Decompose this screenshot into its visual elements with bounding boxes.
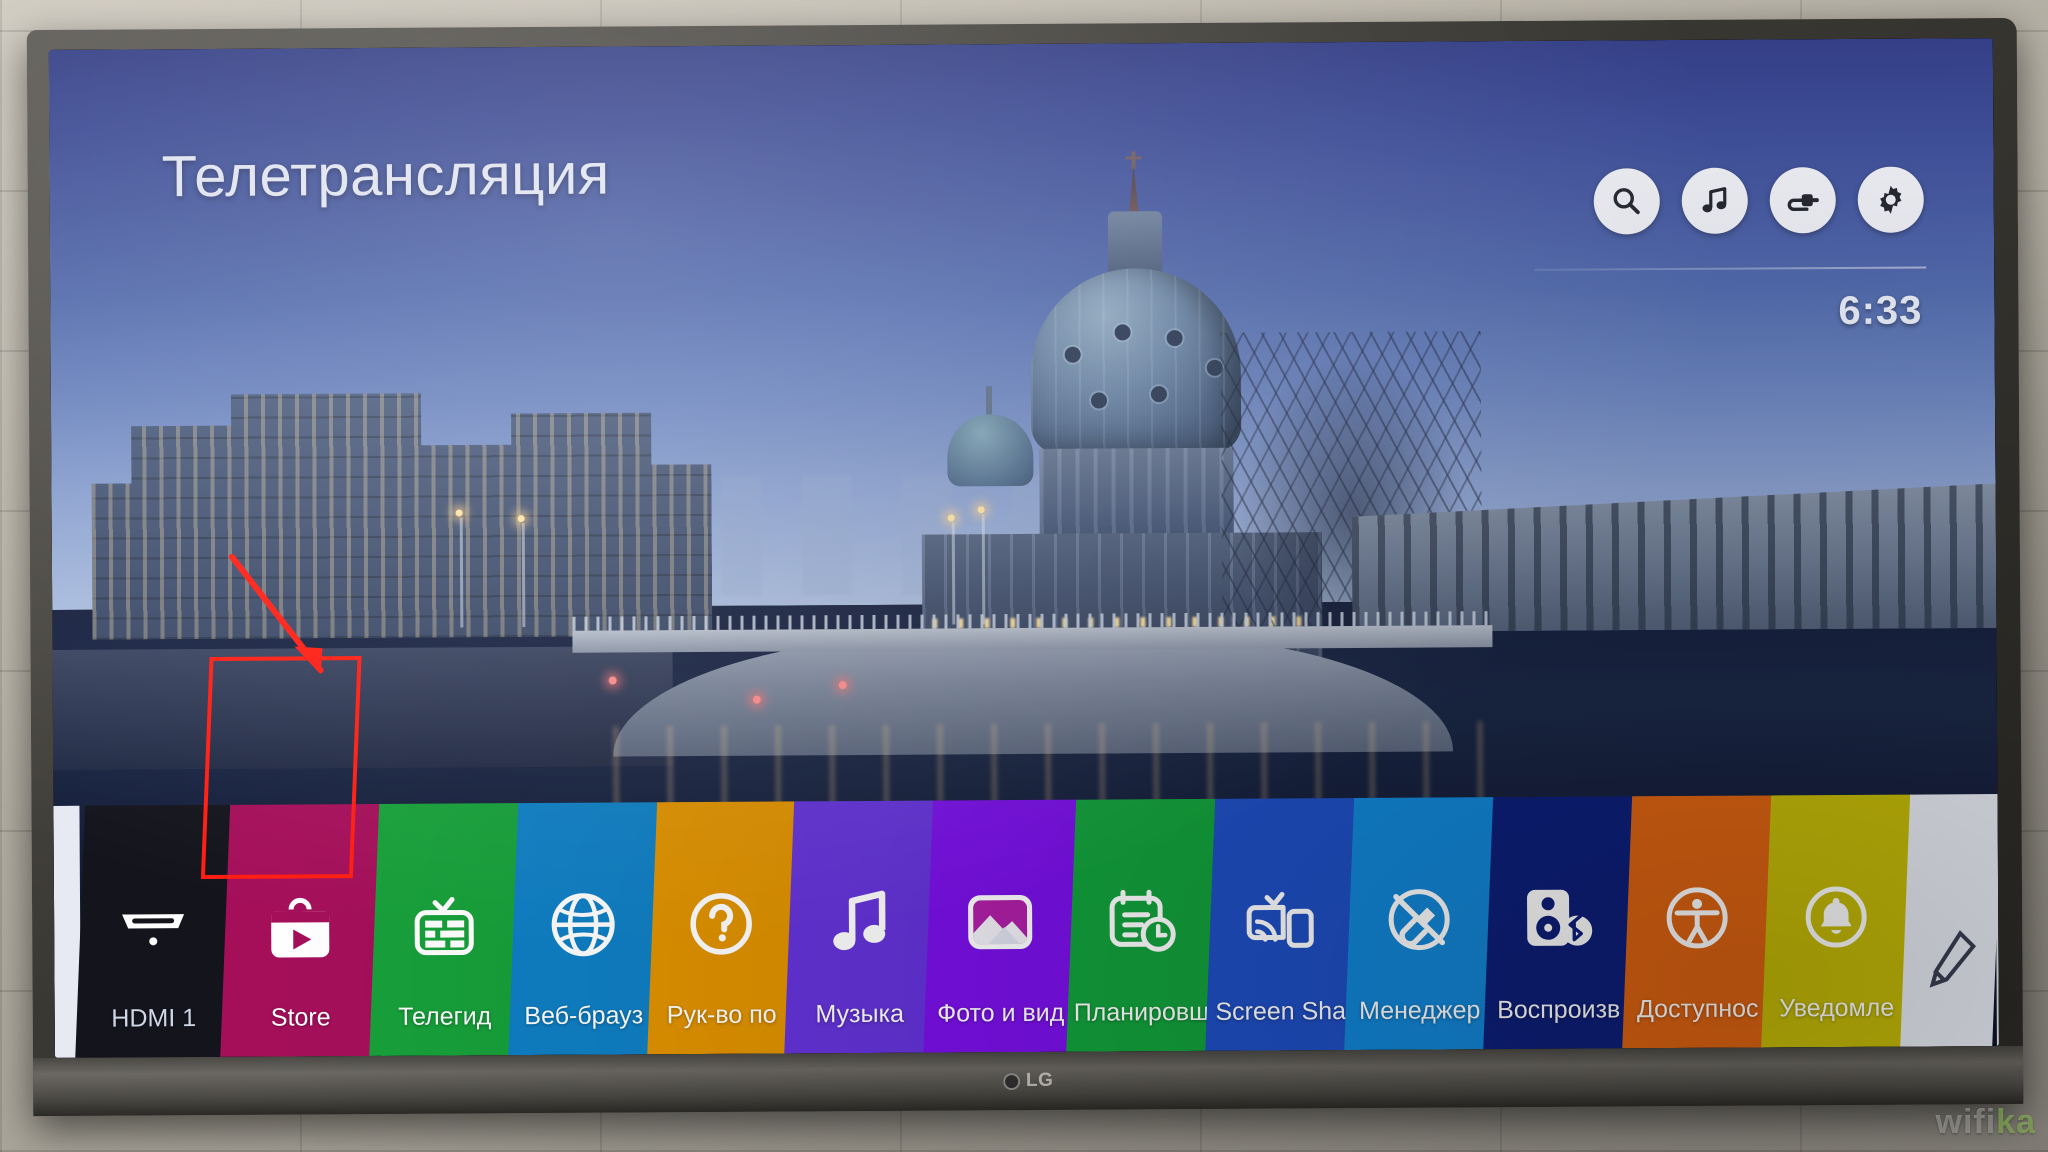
launcher-tile-label: Фото и вид: [937, 998, 1065, 1028]
river-quay: [52, 646, 674, 770]
lg-logo: LG: [1002, 1069, 1054, 1092]
launcher-tile-label: Доступнос: [1636, 994, 1759, 1024]
cathedral-lantern: [1107, 211, 1163, 274]
lg-logo-text: LG: [1025, 1069, 1054, 1092]
page-title: Телетрансляция: [161, 141, 610, 210]
launcher-tile-планировщ[interactable]: Планировщ: [1066, 798, 1217, 1052]
tv-bottom-bezel: LG: [32, 1045, 2024, 1117]
launcher-tile-label: Телегид: [398, 1002, 492, 1031]
tv-screen: Телетрансляция 6:33 HDMI 1 Store Телегид…: [48, 38, 1999, 1058]
music-note-icon[interactable]: [1681, 167, 1748, 234]
site-watermark: wifika: [1936, 1103, 2037, 1142]
question-circle-icon: [683, 886, 759, 962]
connection-manager-icon: [1381, 881, 1457, 957]
launcher-tile-screen-sha[interactable]: Screen Sha: [1205, 797, 1356, 1051]
launcher-tile-воспроизв[interactable]: Воспроизв: [1483, 796, 1634, 1050]
watermark-suffix: ka: [1996, 1103, 2036, 1141]
music-note-icon: [821, 885, 897, 961]
launcher-tile-label: HDMI 1: [111, 1004, 197, 1033]
lg-logo-mark: [1002, 1072, 1020, 1090]
launcher-tile-фото-и-вид[interactable]: Фото и вид: [923, 799, 1078, 1053]
globe-icon: [545, 886, 621, 962]
scheduler-clock-icon: [1103, 883, 1179, 959]
tv-chassis: Телетрансляция 6:33 HDMI 1 Store Телегид…: [26, 17, 2024, 1117]
launcher-tile-label: Screen Sha: [1215, 997, 1347, 1026]
launcher-tile-веб-брауз[interactable]: Веб-брауз: [508, 802, 659, 1056]
launcher-tile-уведомле[interactable]: Уведомле: [1761, 794, 1912, 1048]
launcher-tile-label: Уведомле: [1779, 993, 1895, 1023]
cathedral-dome: [1030, 267, 1242, 454]
watermark-prefix: wifi: [1935, 1103, 1997, 1141]
launcher-tile-edit[interactable]: [1900, 794, 1999, 1047]
edit-pencil-icon: [1913, 922, 1989, 998]
launcher-tile-доступнос[interactable]: Доступнос: [1622, 795, 1773, 1049]
launcher-tile-store[interactable]: Store: [220, 803, 381, 1057]
launcher-tile-label: Рук-во по: [666, 1000, 777, 1030]
launcher-tile-рук-во-по[interactable]: Рук-во по: [647, 801, 796, 1055]
tv-guide-icon: [406, 887, 482, 963]
bluetooth-speaker-icon: [1520, 881, 1596, 957]
screen-share-icon: [1242, 882, 1318, 958]
clock: 6:33: [1838, 288, 1923, 334]
photo-image-icon: [962, 884, 1038, 960]
launcher-tile-label: Веб-брауз: [524, 1001, 644, 1031]
launcher-tile-label: Музыка: [815, 999, 905, 1029]
launcher-tile-label: Планировщ: [1073, 997, 1210, 1027]
launcher-tile-телегид[interactable]: Телегид: [369, 803, 520, 1057]
bell-circle-icon: [1798, 879, 1874, 955]
hdmi-port-icon: [115, 889, 191, 965]
search-icon[interactable]: [1593, 168, 1660, 235]
top-icon-bar: [1593, 166, 1924, 235]
accessibility-icon: [1659, 880, 1735, 956]
app-launcher-bar[interactable]: HDMI 1 Store Телегид Веб-брауз Рук-во по Музы…: [53, 793, 1999, 1058]
tv-bezel: Телетрансляция 6:33 HDMI 1 Store Телегид…: [48, 38, 1999, 1058]
side-dome: [947, 413, 1034, 487]
gear-icon[interactable]: [1857, 166, 1924, 233]
launcher-tile-label: Воспроизв: [1497, 995, 1621, 1025]
cathedral-spire: [1129, 165, 1139, 215]
plug-connector-icon[interactable]: [1769, 167, 1836, 234]
launcher-tile-музыка[interactable]: Музыка: [784, 800, 935, 1054]
launcher-tile-hdmi-1[interactable]: HDMI 1: [75, 804, 232, 1058]
launcher-tile-менеджер[interactable]: Менеджер: [1344, 797, 1495, 1051]
launcher-tile-label: Менеджер: [1358, 996, 1481, 1025]
launcher-tile-label: Store: [270, 1003, 331, 1032]
store-bag-play-icon: [262, 888, 338, 964]
photo-background: Телетрансляция 6:33 HDMI 1 Store Телегид…: [0, 0, 2048, 1152]
cathedral-drum: [1039, 447, 1234, 541]
